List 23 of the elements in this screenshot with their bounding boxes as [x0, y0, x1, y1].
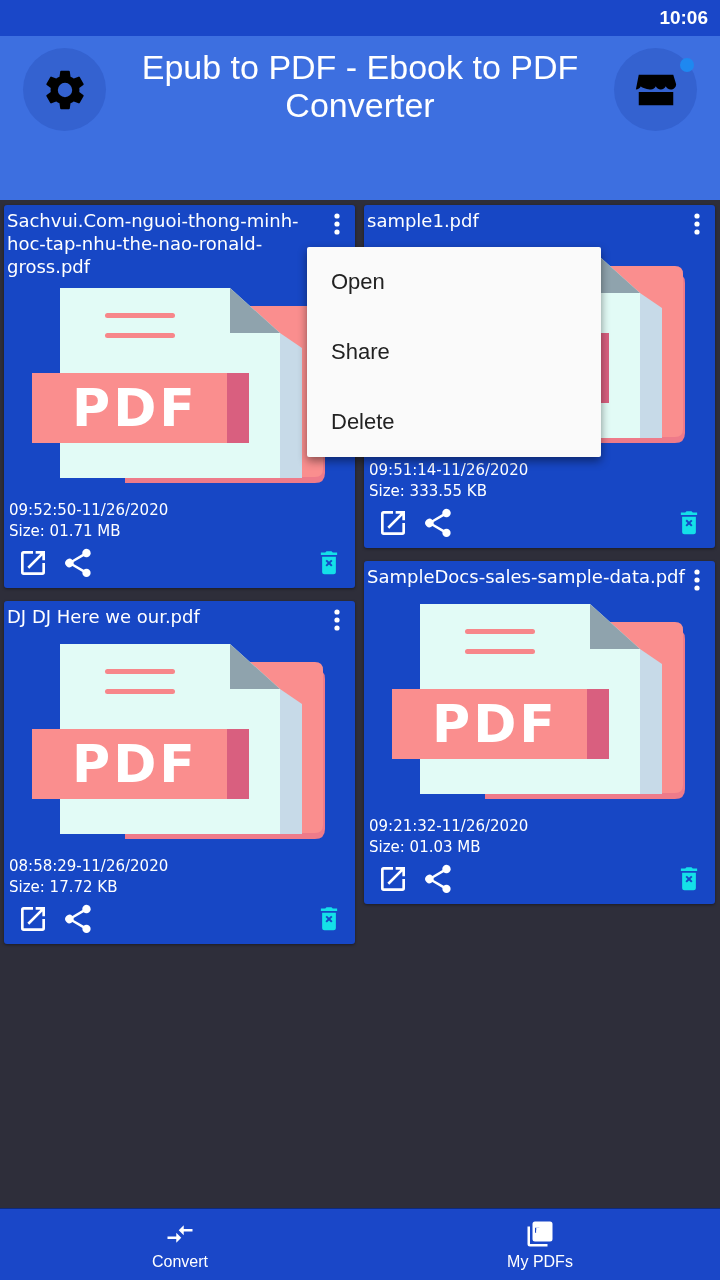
menu-item[interactable]: Share — [307, 317, 601, 387]
nav-tab[interactable]: Convert — [0, 1209, 360, 1280]
more-icon — [334, 609, 340, 631]
file-size: Size: 01.03 MB — [368, 837, 482, 858]
file-name: Sachvui.Com-nguoi-thong-minh-hoc-tap-nhu-the-nao-ronald-gross.pdf — [7, 209, 300, 278]
status-time: 10:06 — [659, 7, 708, 29]
file-date: 09:52:50-11/26/2020 — [8, 500, 170, 521]
file-date: 08:58:29-11/26/2020 — [8, 856, 170, 877]
file-name: sample1.pdf — [367, 209, 481, 232]
app-title: Epub to PDF - Ebook to PDF Converter — [140, 48, 580, 124]
more-icon — [334, 213, 340, 235]
file-size: Size: 01.71 MB — [8, 521, 122, 542]
file-name: DJ DJ Here we our.pdf — [7, 605, 202, 628]
file-name: SampleDocs-sales-sample-data.pdf — [367, 565, 686, 588]
file-size: Size: 333.55 KB — [368, 481, 488, 502]
file-date: 09:21:32-11/26/2020 — [368, 816, 530, 837]
menu-item[interactable]: Open — [307, 247, 601, 317]
more-icon — [694, 569, 700, 591]
more-icon — [694, 213, 700, 235]
file-size: Size: 17.72 KB — [8, 877, 119, 898]
menu-item[interactable]: Delete — [307, 387, 601, 457]
nav-tab[interactable]: My PDFs — [360, 1209, 720, 1280]
file-date: 09:51:14-11/26/2020 — [368, 460, 530, 481]
